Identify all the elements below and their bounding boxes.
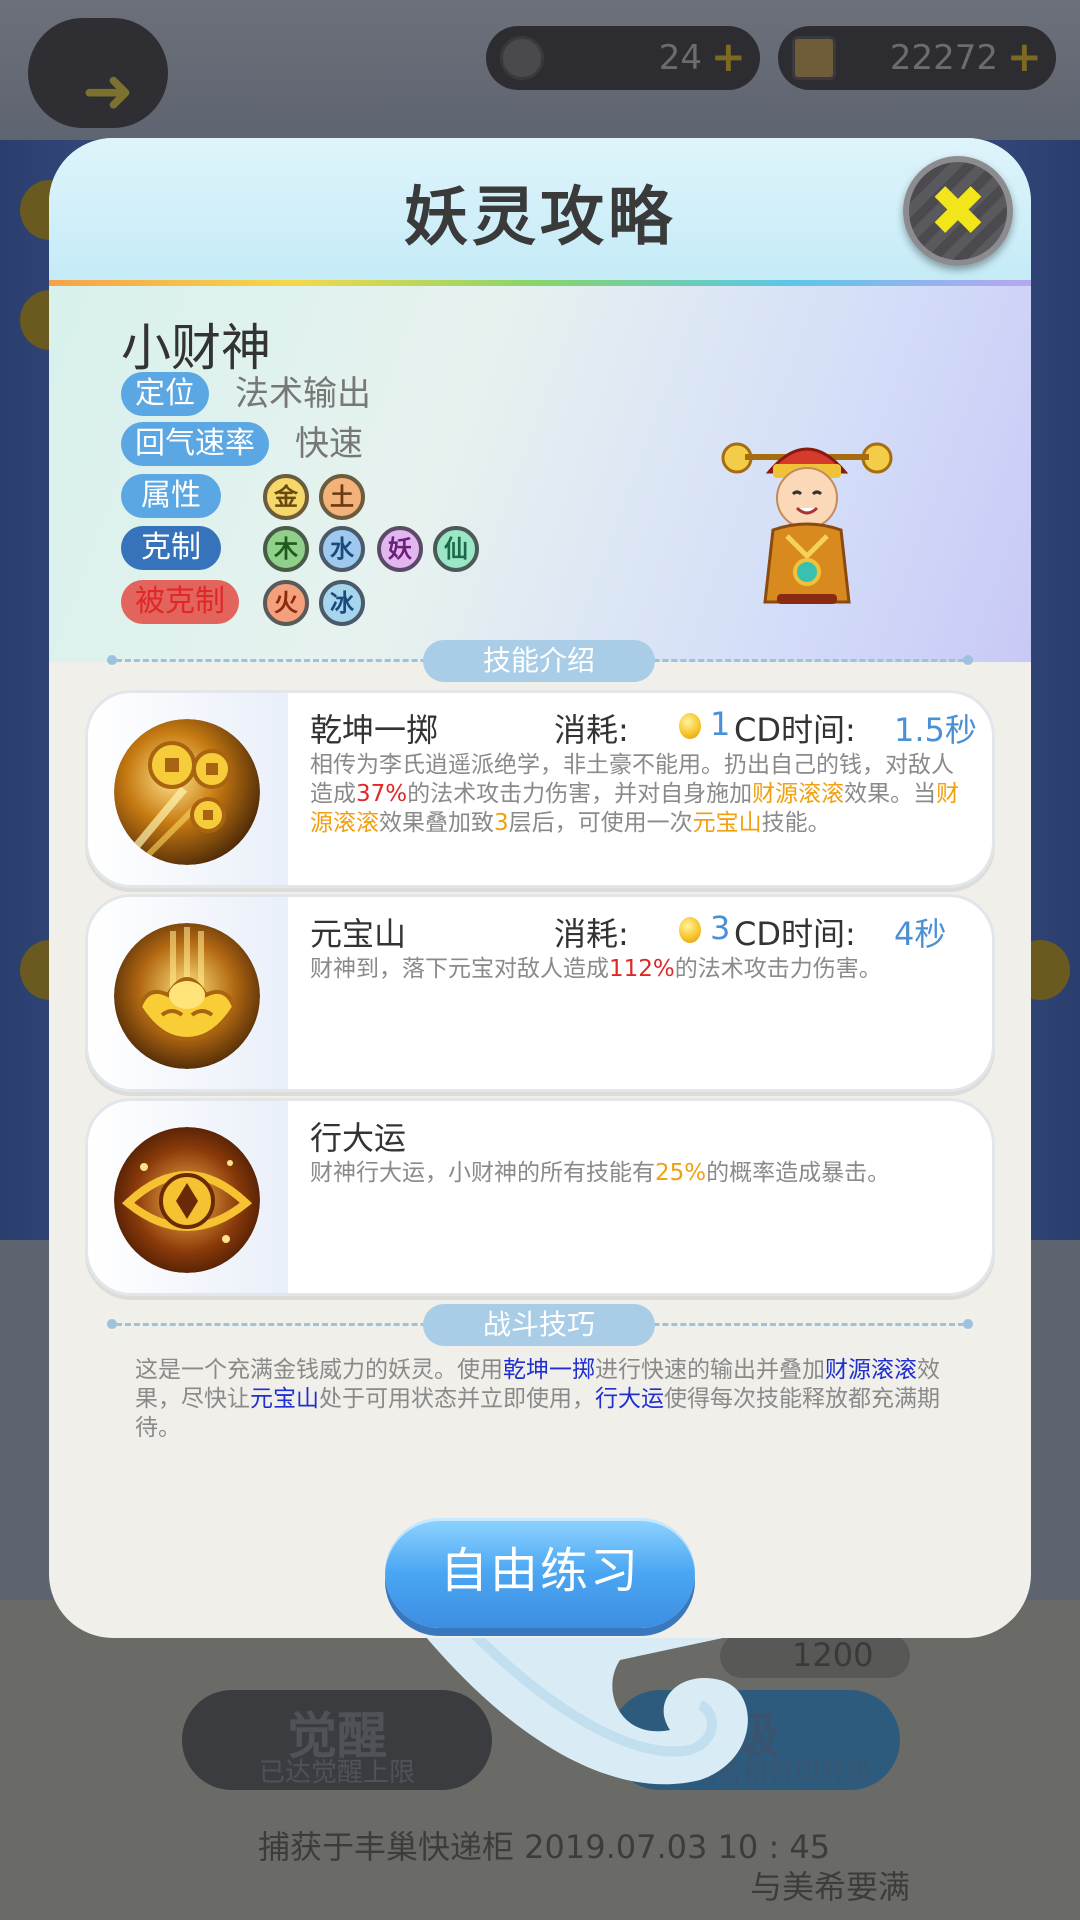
section-dot — [963, 655, 973, 665]
countered-by-row: 被克制 火 冰 — [121, 580, 541, 626]
battle-tips-text: 这是一个充满金钱威力的妖灵。使用乾坤一掷进行快速的输出并叠加财源滚滚效果，尽快让… — [135, 1357, 940, 1441]
speech-tail-swirl — [420, 1630, 760, 1785]
close-icon: ✖ — [928, 170, 988, 252]
attribute-row: 属性 金 土 — [121, 474, 521, 520]
skill-description: 财神行大运，小财神的所有技能有25%的概率造成暴击。 — [310, 1160, 891, 1186]
spirit-character-image — [721, 442, 893, 604]
modal-header: 妖灵攻略 — [49, 138, 1031, 282]
back-arrow-icon: ➜ — [82, 54, 134, 127]
counter-tag: 克制 — [121, 526, 221, 570]
skill-card-1[interactable]: 乾坤一掷 消耗: 1 CD时间: 1.5秒 相传为李氏逍遥派绝学，非土豪不能用。… — [85, 690, 995, 888]
spirit-currency-icon — [500, 36, 544, 80]
element-water-icon: 水 — [319, 526, 365, 572]
skill-name: 元宝山 — [310, 915, 407, 953]
section-dot — [107, 655, 117, 665]
add-currency-icon[interactable]: + — [711, 32, 746, 82]
currency-pill-spirit[interactable]: 24 + — [486, 26, 760, 90]
skill-card-2[interactable]: 元宝山 消耗: 3 CD时间: 4秒 财神到，落下元宝对敌人造成112%的法术攻… — [85, 894, 995, 1092]
energy-drop-icon — [679, 917, 701, 943]
spirit-info-panel: 小财神 定位 法术输出 回气速率 快速 属性 金 土 克制 木 水 妖 仙 被克… — [49, 286, 1031, 662]
skill-name: 行大运 — [310, 1119, 407, 1157]
skill-cd-value: 4秒 — [894, 915, 947, 953]
counter-row: 克制 木 水 妖 仙 — [121, 526, 541, 572]
element-demon-icon: 妖 — [377, 526, 423, 572]
element-fire-icon: 火 — [263, 580, 309, 626]
skill-cost-value: 1 — [710, 705, 731, 743]
element-metal-icon: 金 — [263, 474, 309, 520]
skill-name: 乾坤一掷 — [310, 711, 439, 749]
energy-drop-icon — [679, 713, 701, 739]
gold-ingot-icon — [114, 923, 260, 1069]
skill-card-3[interactable]: 行大运 财神行大运，小财神的所有技能有25%的概率造成暴击。 — [85, 1098, 995, 1296]
capture-info: 捕获于丰巢快递柜 2019.07.03 10 : 45 — [258, 1828, 831, 1866]
owner-name: 与美希要满 — [750, 1868, 911, 1906]
skill-cost-label: 消耗: — [554, 711, 629, 749]
section-dot — [963, 1319, 973, 1329]
position-value: 法术输出 — [235, 374, 371, 414]
skill-cost-label: 消耗: — [554, 915, 629, 953]
tips-section-label: 战斗技巧 — [423, 1304, 655, 1346]
free-practice-label: 自由练习 — [439, 1543, 640, 1599]
position-row: 定位 法术输出 — [121, 372, 521, 416]
regen-row: 回气速率 快速 — [121, 422, 521, 466]
back-button[interactable]: ➜ — [28, 18, 168, 128]
skills-section-header: 技能介绍 — [107, 640, 973, 682]
skill-description: 财神到，落下元宝对敌人造成112%的法术攻击力伤害。 — [310, 956, 882, 982]
spirit-guide-modal: 妖灵攻略 ✖ 小财神 定位 法术输出 回气速率 快速 属性 金 土 克制 木 水… — [49, 138, 1031, 1638]
element-wood-icon: 木 — [263, 526, 309, 572]
currency-value: 22272 — [889, 38, 998, 78]
element-immortal-icon: 仙 — [433, 526, 479, 572]
skill-description: 相传为李氏逍遥派绝学，非土豪不能用。扔出自己的钱，对敌人造成37%的法术攻击力伤… — [310, 752, 960, 836]
currency-pill-card[interactable]: 22272 + — [778, 26, 1056, 90]
tips-section-header: 战斗技巧 — [107, 1304, 973, 1346]
lucky-eye-icon — [114, 1127, 260, 1273]
regen-value: 快速 — [295, 424, 363, 464]
close-button[interactable]: ✖ — [903, 156, 1013, 266]
regen-tag: 回气速率 — [121, 422, 269, 466]
skill-cost-value: 3 — [710, 909, 731, 947]
skill-cd-label: CD时间: — [734, 915, 856, 953]
countered-by-tag: 被克制 — [121, 580, 239, 624]
section-dot — [107, 1319, 117, 1329]
skill-cd-label: CD时间: — [734, 711, 856, 749]
skill-cd-value: 1.5秒 — [894, 711, 977, 749]
free-practice-button[interactable]: 自由练习 — [385, 1518, 695, 1628]
element-ice-icon: 冰 — [319, 580, 365, 626]
coins-toss-icon — [114, 719, 260, 865]
add-currency-icon[interactable]: + — [1007, 32, 1042, 82]
element-earth-icon: 土 — [319, 474, 365, 520]
skills-section-label: 技能介绍 — [423, 640, 655, 682]
attribute-tag: 属性 — [121, 474, 221, 518]
modal-title: 妖灵攻略 — [404, 181, 676, 255]
card-currency-icon — [792, 36, 836, 80]
spirit-name: 小财神 — [121, 319, 271, 377]
currency-value: 24 — [658, 38, 702, 78]
position-tag: 定位 — [121, 372, 209, 416]
